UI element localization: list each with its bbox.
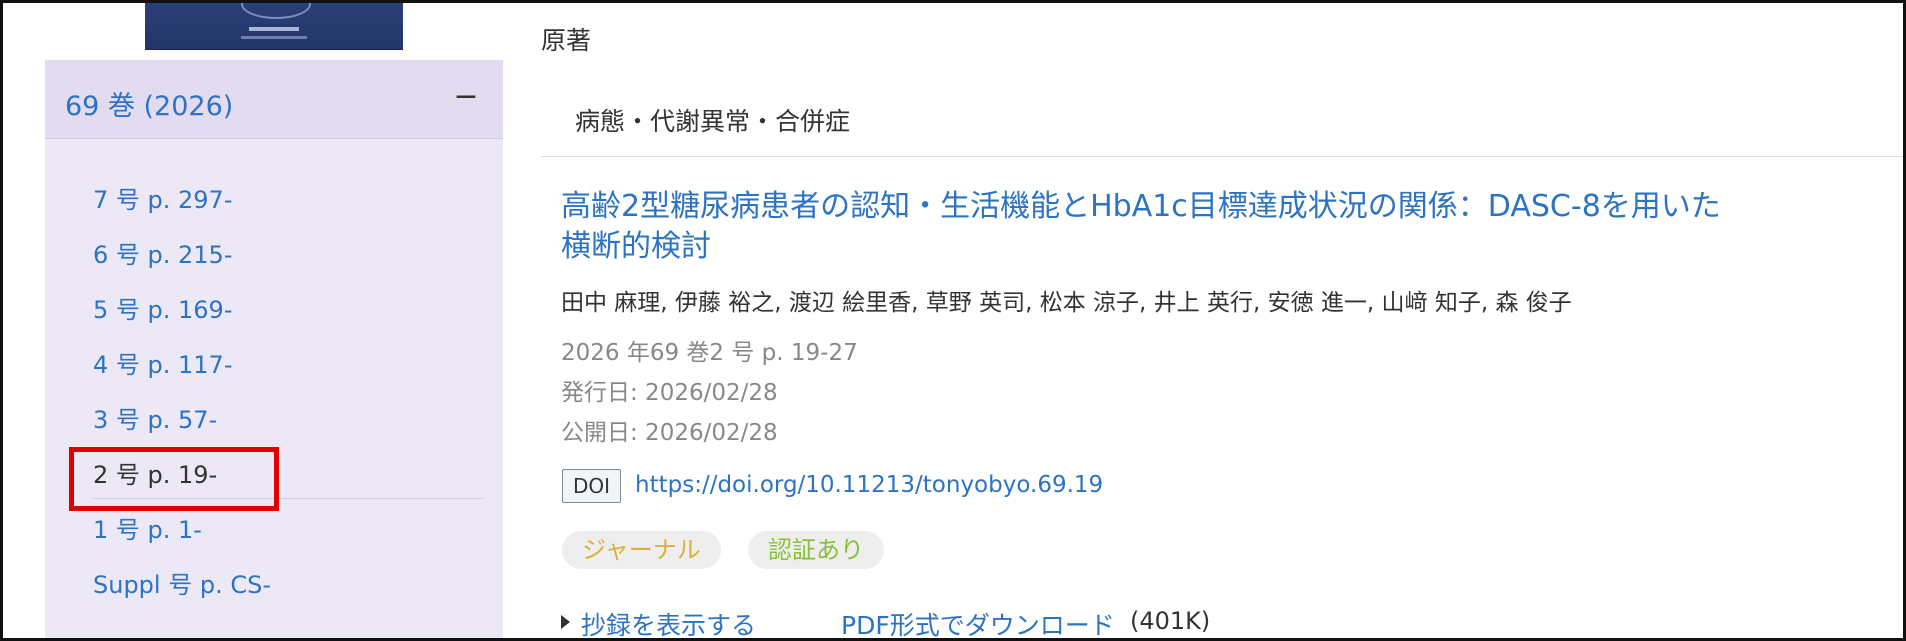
cover-text-line xyxy=(241,36,307,39)
volume-title[interactable]: 69 巻 (2026) xyxy=(65,84,233,123)
article-released-date: 公開日: 2026/02/28 xyxy=(561,420,778,446)
collapse-minus-icon[interactable]: − xyxy=(453,82,479,112)
show-abstract-link[interactable]: 抄録を表示する xyxy=(581,606,756,638)
issue-link-5[interactable]: 5 号 p. 169- xyxy=(93,290,233,325)
issue-link-3[interactable]: 3 号 p. 57- xyxy=(93,400,217,435)
current-issue-highlight-box xyxy=(69,447,279,511)
page-frame: 69 巻 (2026) − 7 号 p. 297- 6 号 p. 215- 5 … xyxy=(0,0,1906,641)
article-category-label: 病態・代謝異常・合併症 xyxy=(575,107,851,136)
verified-tag: 認証あり xyxy=(748,531,884,569)
pdf-file-size: (401K) xyxy=(1130,607,1211,635)
cover-text-line xyxy=(249,27,299,31)
expand-triangle-icon[interactable] xyxy=(561,615,570,629)
issue-link-suppl[interactable]: Suppl 号 p. CS- xyxy=(93,565,271,600)
issue-link-1[interactable]: 1 号 p. 1- xyxy=(93,510,202,545)
journal-tag: ジャーナル xyxy=(562,531,721,569)
pdf-download-link[interactable]: PDF形式でダウンロード xyxy=(841,606,1115,638)
issue-link-7[interactable]: 7 号 p. 297- xyxy=(93,180,233,215)
article-citation: 2026 年69 巻2 号 p. 19-27 xyxy=(561,340,858,366)
article-genre-label: 原著 xyxy=(541,26,592,55)
volume-sidebar: 69 巻 (2026) − 7 号 p. 297- 6 号 p. 215- 5 … xyxy=(45,60,503,638)
issue-link-6[interactable]: 6 号 p. 215- xyxy=(93,235,233,270)
content-divider xyxy=(541,156,1903,157)
doi-link[interactable]: https://doi.org/10.11213/tonyobyo.69.19 xyxy=(635,469,1103,501)
article-title-link[interactable]: 高齢2型糖尿病患者の認知・生活機能とHbA1c目標達成状況の関係：DASC-8を… xyxy=(561,187,1731,267)
cover-emblem xyxy=(241,3,311,19)
issue-link-4[interactable]: 4 号 p. 117- xyxy=(93,345,233,380)
article-authors: 田中 麻理, 伊藤 裕之, 渡辺 絵里香, 草野 英司, 松本 涼子, 井上 英… xyxy=(561,290,1572,316)
article-published-date: 発行日: 2026/02/28 xyxy=(561,380,778,406)
doi-badge: DOI xyxy=(562,469,622,503)
journal-cover-image[interactable] xyxy=(145,3,403,50)
volume-header[interactable]: 69 巻 (2026) − xyxy=(45,60,503,139)
